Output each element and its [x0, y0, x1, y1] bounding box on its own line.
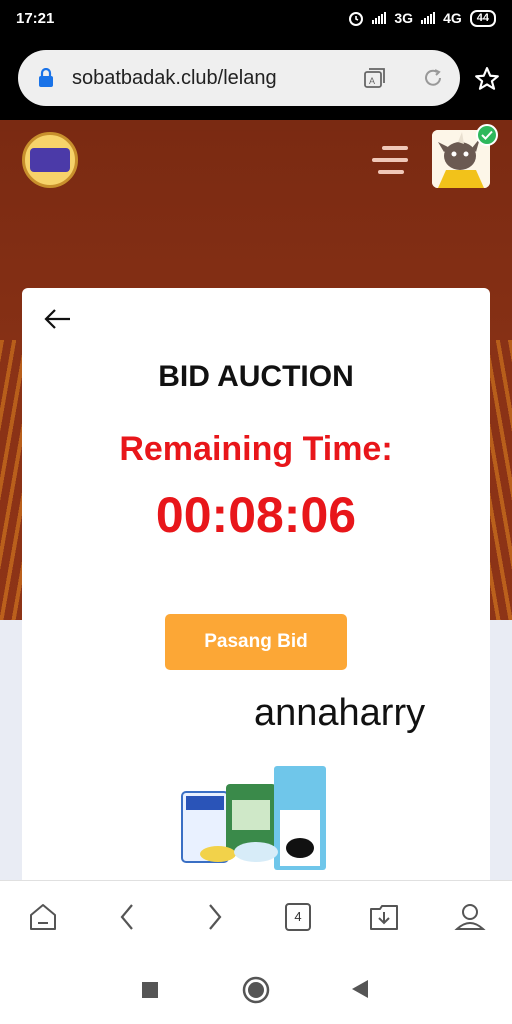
download-icon[interactable] — [368, 901, 400, 933]
recents-icon[interactable] — [140, 980, 160, 1000]
home-nav-icon[interactable] — [242, 976, 270, 1004]
countdown-timer: 00:08:06 — [155, 487, 357, 543]
back-nav-icon[interactable] — [350, 978, 370, 1000]
network-1: 3G — [394, 10, 414, 26]
status-bar: 17:21 3G 4G 44 — [0, 0, 512, 36]
forward-icon[interactable] — [202, 901, 226, 933]
system-nav-bar — [0, 956, 512, 1024]
remaining-time-label: Remaining Time: — [119, 430, 393, 468]
status-icons: 3G 4G 44 — [348, 9, 496, 27]
page-title: BID AUCTION — [158, 360, 354, 393]
place-bid-button[interactable]: Pasang Bid — [165, 614, 347, 670]
tabs-icon[interactable]: 4 — [285, 903, 311, 931]
browser-toolbar: sobatbadak.club/lelang A — [0, 36, 512, 120]
lock-icon[interactable] — [38, 68, 54, 88]
svg-text:A: A — [369, 76, 375, 86]
back-icon[interactable] — [116, 901, 140, 933]
signal-icon — [372, 12, 387, 24]
club-logo-icon[interactable] — [22, 132, 78, 188]
back-arrow-icon[interactable] — [44, 308, 72, 330]
translate-icon[interactable]: A — [364, 68, 386, 88]
verified-check-icon — [476, 124, 498, 146]
network-2: 4G — [443, 10, 462, 26]
auction-card: BID AUCTION Remaining Time: 00:08:06 Pas… — [22, 288, 490, 880]
page-content: BID AUCTION Remaining Time: 00:08:06 Pas… — [0, 120, 512, 880]
product-image — [181, 766, 326, 870]
home-icon[interactable] — [27, 901, 59, 933]
highest-bidder-username: annaharry — [254, 692, 426, 734]
signal-icon-2 — [421, 12, 436, 24]
profile-icon[interactable] — [454, 901, 486, 933]
star-icon[interactable] — [474, 66, 500, 92]
alarm-icon — [349, 12, 364, 26]
address-bar[interactable]: sobatbadak.club/lelang A — [18, 50, 460, 106]
url-text[interactable]: sobatbadak.club/lelang — [72, 67, 277, 90]
hamburger-menu-icon[interactable] — [372, 146, 408, 182]
status-time: 17:21 — [16, 9, 55, 27]
reload-icon[interactable] — [422, 67, 444, 89]
battery-icon: 44 — [469, 9, 496, 27]
browser-bottom-nav: 4 — [0, 880, 512, 956]
